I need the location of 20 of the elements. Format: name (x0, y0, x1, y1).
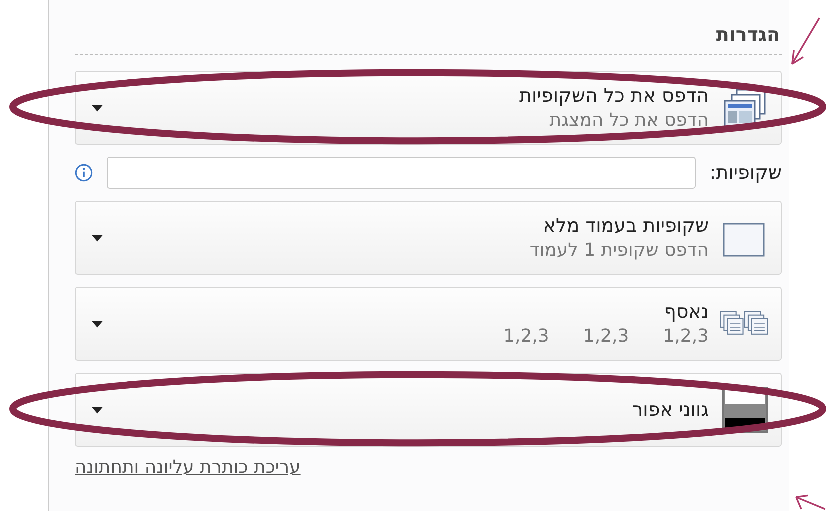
dropdown[interactable]: שקופיות בעמוד מלא הדפס שקופית 1 לעמוד (75, 201, 782, 275)
collation-order: 1,2,3 (663, 325, 709, 349)
section-heading: הגדרות (715, 24, 781, 46)
link[interactable]: עריכת כותרת עליונה ותחתונה (75, 457, 301, 478)
option-description: הדפס את כל המצגת (550, 109, 709, 133)
caret-icon (92, 320, 103, 328)
info-icon[interactable] (75, 164, 93, 182)
annotation-arrow (793, 494, 827, 511)
input-field[interactable] (107, 157, 696, 189)
field-label: שקופיות: (710, 162, 782, 184)
collation-order: 1,2,3 (504, 325, 550, 349)
collation-order: 1,2,3 (583, 325, 630, 349)
option-title: הדפס את כל השקופיות (520, 84, 709, 109)
caret-icon (92, 234, 103, 242)
option-title: גווני אפור (632, 398, 709, 423)
option-title: שקופיות בעמוד מלא (543, 214, 709, 239)
option-description: הדפס שקופית 1 לעמוד (530, 239, 709, 263)
option-title: נאסף (664, 300, 709, 325)
caret-icon (92, 406, 103, 414)
caret-icon (92, 104, 103, 112)
